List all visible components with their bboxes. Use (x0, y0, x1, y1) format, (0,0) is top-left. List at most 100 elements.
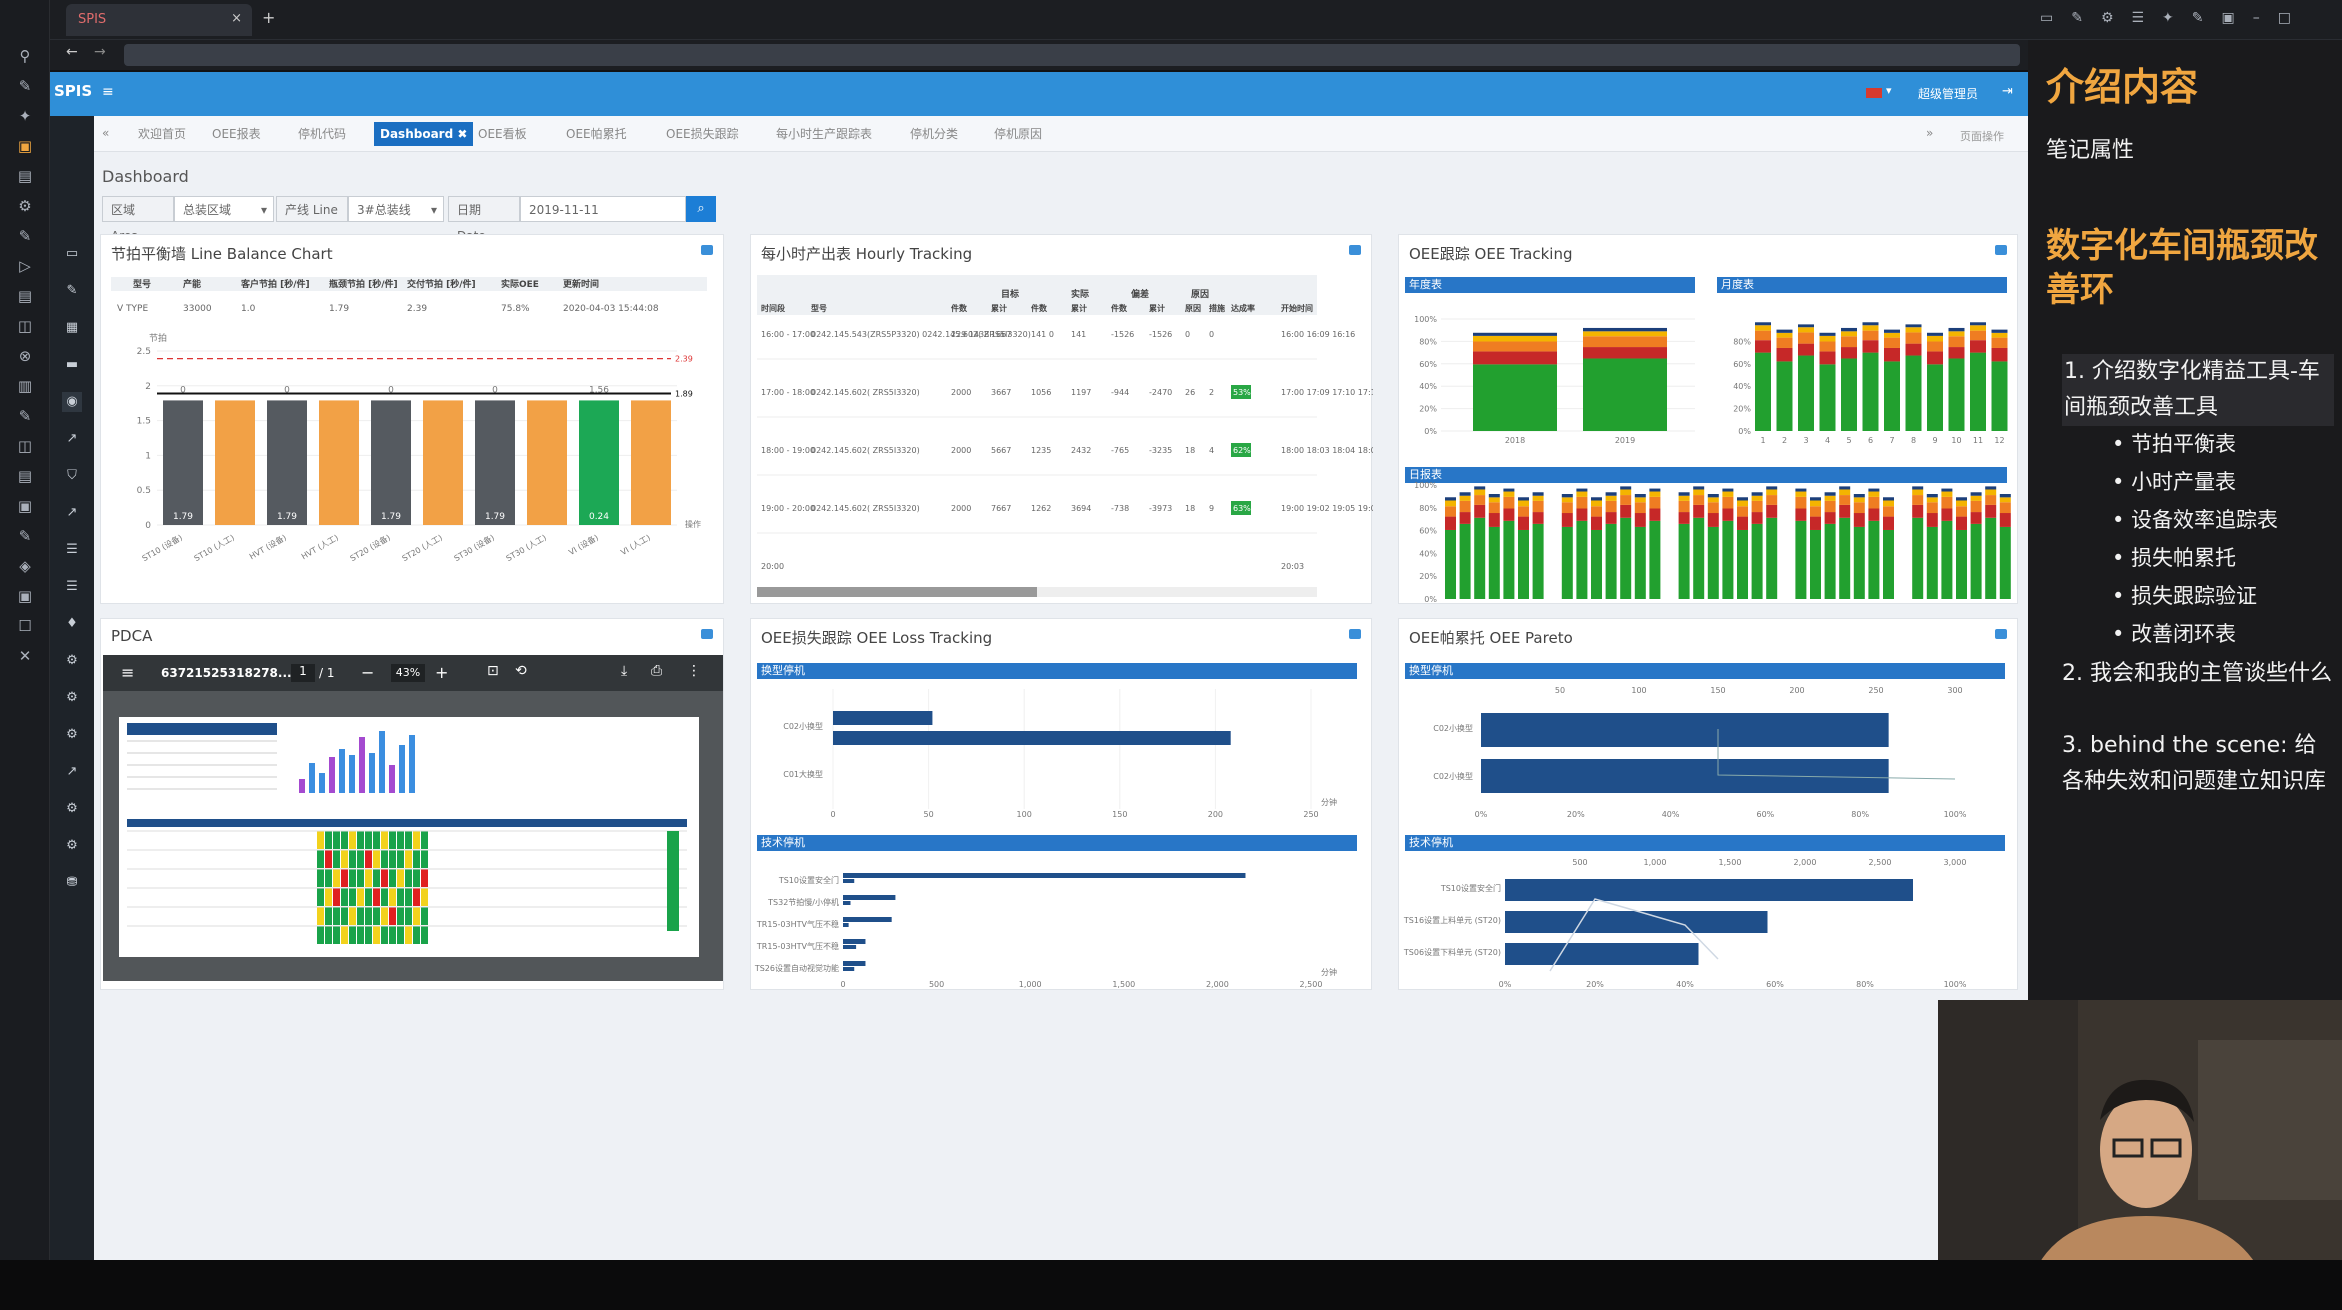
document-icon[interactable] (1349, 245, 1361, 255)
back-icon[interactable]: ← (66, 44, 78, 60)
page-tab[interactable]: OEE看板 (472, 122, 533, 146)
extension-icon[interactable]: ✦ (15, 106, 35, 126)
tick-label: 1.5 (137, 417, 151, 427)
page-tab[interactable]: 停机原因 (988, 122, 1048, 146)
sidebar-icon[interactable]: ◉ (62, 392, 82, 412)
extension-icon[interactable]: ▤ (15, 466, 35, 486)
sidebar-icon[interactable]: ⚙ (62, 725, 82, 745)
flag-icon[interactable] (1866, 88, 1882, 98)
sidebar-icon[interactable]: ⛃ (62, 873, 82, 893)
logout-icon[interactable]: ⇥ (2002, 84, 2013, 99)
extension-icon[interactable]: ✎ (15, 226, 35, 246)
tick-label: 40% (1419, 549, 1437, 558)
page-tab[interactable]: 每小时生产跟踪表 (770, 122, 878, 146)
app-sidebar: ▭ ✎ ▦ ▬ ◉ ↗ ⛉ ↗ ☰ ☰ ♦ ⚙ ⚙ ⚙ ↗ ⚙ ⚙ ⛃ (50, 116, 94, 1260)
sidebar-icon[interactable]: ⚙ (62, 836, 82, 856)
extension-icon[interactable]: ▣ (15, 586, 35, 606)
zoom-in-icon[interactable]: + (435, 663, 448, 682)
pdf-page-input[interactable]: 1 (291, 664, 315, 682)
extension-icon[interactable]: ▤ (15, 286, 35, 306)
sidebar-icon[interactable]: ☰ (62, 577, 82, 597)
sidebar-icon[interactable]: ↗ (62, 503, 82, 523)
menu-toggle-icon[interactable]: ≡ (102, 84, 114, 100)
print-icon[interactable]: ⎙ (651, 663, 662, 679)
window-controls[interactable]: ▭✎⚙☰✦✎▣–□ (2040, 10, 2330, 30)
flag-dropdown[interactable]: ▾ (1886, 84, 1892, 97)
sidebar-icon[interactable]: ▦ (62, 318, 82, 338)
pdf-menu-icon[interactable]: ≡ (121, 663, 134, 682)
tick-label: 40% (1662, 810, 1680, 819)
extension-icon[interactable]: ⚙ (15, 196, 35, 216)
extension-icon[interactable]: ⊗ (15, 346, 35, 366)
sidebar-icon[interactable]: ☰ (62, 540, 82, 560)
extension-icon[interactable]: ▣ (15, 136, 35, 156)
pdf-zoom[interactable]: 43% (391, 664, 425, 682)
close-tab-icon[interactable]: × (231, 11, 242, 26)
more-icon[interactable]: ⋮ (687, 663, 701, 679)
page-tab[interactable]: 欢迎首页 (132, 122, 192, 146)
note-subitem-text: 小时产量表 (2131, 470, 2237, 494)
forward-icon[interactable]: → (94, 44, 106, 60)
sidebar-icon[interactable]: ⛉ (62, 466, 82, 486)
pdf-status-cell (413, 850, 420, 868)
sidebar-icon[interactable]: ▭ (62, 244, 82, 264)
oee-month-bar (1798, 324, 1814, 328)
oee-day-bar (1649, 496, 1661, 509)
page-tab[interactable]: OEE帕累托 (560, 122, 633, 146)
extension-icon[interactable]: ◫ (15, 316, 35, 336)
page-tab[interactable]: OEE报表 (206, 122, 267, 146)
rotate-icon[interactable]: ⟲ (515, 663, 527, 679)
extension-icon[interactable]: ✕ (15, 646, 35, 666)
address-bar[interactable] (124, 44, 2020, 66)
sidebar-icon[interactable]: ✎ (62, 281, 82, 301)
extension-icon[interactable]: ☐ (15, 616, 35, 636)
notes-attribute[interactable]: 笔记属性 (2046, 132, 2134, 164)
oee-day-bar (1999, 526, 2011, 599)
tab-more-button[interactable]: 页面操作 (1960, 128, 2004, 144)
page-tab[interactable]: 停机代码 (292, 122, 352, 146)
document-icon[interactable] (701, 245, 713, 255)
oee-day-bar (1824, 495, 1836, 501)
oee-day-bar (1518, 529, 1529, 599)
extension-icon[interactable]: ✎ (15, 76, 35, 96)
tick-label: 0% (1424, 595, 1437, 604)
line-select[interactable]: 3#总装线 ▾ (348, 196, 444, 222)
tab-prev-icon[interactable]: « (102, 126, 109, 140)
sidebar-icon[interactable]: ↗ (62, 762, 82, 782)
bar (423, 400, 463, 525)
extension-icon[interactable]: ◈ (15, 556, 35, 576)
extension-icon[interactable]: ▤ (15, 166, 35, 186)
date-input[interactable]: 2019-11-11 (520, 196, 686, 222)
browser-tab[interactable]: SPIS × (66, 4, 252, 36)
new-tab-button[interactable]: + (262, 8, 275, 27)
document-icon[interactable] (701, 629, 713, 639)
page-tab[interactable]: 停机分类 (904, 122, 964, 146)
fit-page-icon[interactable]: ⊡ (487, 663, 499, 679)
sidebar-icon[interactable]: ⚙ (62, 799, 82, 819)
download-icon[interactable]: ⤓ (621, 663, 627, 679)
sidebar-icon[interactable]: ⚙ (62, 688, 82, 708)
extension-icon[interactable]: ⚲ (15, 46, 35, 66)
note-subitem-text: 损失帕累托 (2131, 546, 2237, 570)
page-tab[interactable]: OEE损失跟踪 (660, 122, 745, 146)
extension-icon[interactable]: ▣ (15, 496, 35, 516)
oee-month-bar (1819, 335, 1836, 342)
tab-next-icon[interactable]: » (1926, 126, 1933, 140)
bar (631, 400, 671, 525)
search-button[interactable]: ⌕ (686, 196, 716, 222)
tick-label: C02小换型 (1433, 771, 1473, 781)
zoom-out-icon[interactable]: − (361, 663, 374, 682)
extension-icon[interactable]: ▥ (15, 376, 35, 396)
extension-icon[interactable]: ▷ (15, 256, 35, 276)
page-tab[interactable]: Dashboard ✖ (374, 122, 474, 146)
extension-icon[interactable]: ✎ (15, 526, 35, 546)
extension-icon[interactable]: ◫ (15, 436, 35, 456)
sidebar-icon[interactable]: ⚙ (62, 651, 82, 671)
sidebar-icon[interactable]: ↗ (62, 429, 82, 449)
notes-heading: 数字化车间瓶颈改善环 (2046, 226, 2318, 310)
area-select[interactable]: 总装区域 ▾ (174, 196, 274, 222)
sidebar-icon[interactable]: ▬ (62, 355, 82, 375)
sidebar-icon[interactable]: ♦ (62, 614, 82, 634)
user-name[interactable]: 超级管理员 (1918, 85, 1978, 102)
extension-icon[interactable]: ✎ (15, 406, 35, 426)
